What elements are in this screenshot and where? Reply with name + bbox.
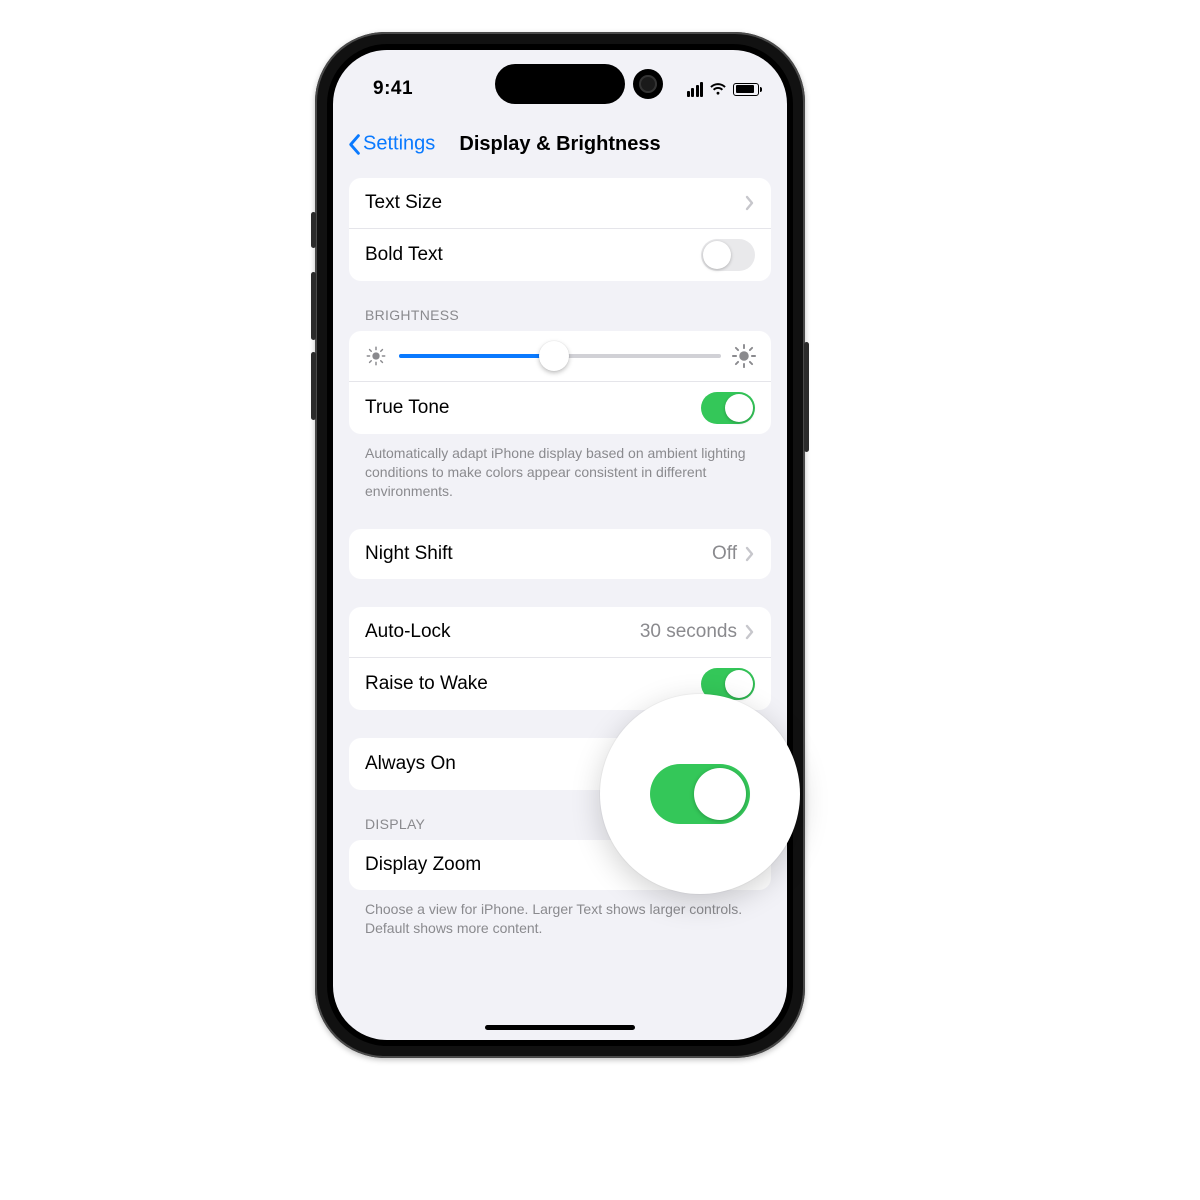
brightness-header: BRIGHTNESS [365,307,755,323]
brightness-group: True Tone [349,331,771,434]
home-indicator[interactable] [485,1025,635,1030]
true-tone-row[interactable]: True Tone [349,381,771,434]
bold-text-toggle[interactable] [701,239,755,271]
night-shift-group: Night Shift Off [349,529,771,579]
bold-text-row[interactable]: Bold Text [349,228,771,281]
chevron-right-icon [745,546,755,562]
chevron-right-icon [745,195,755,211]
brightness-slider-row[interactable] [349,331,771,381]
row-label: Raise to Wake [365,673,701,695]
volume-up-button [311,272,316,340]
auto-lock-row[interactable]: Auto-Lock 30 seconds [349,607,771,657]
text-size-row[interactable]: Text Size [349,178,771,228]
always-on-toggle-magnified [650,764,750,824]
row-label: Bold Text [365,244,701,266]
row-value: 30 seconds [640,621,737,643]
back-label: Settings [363,133,435,156]
cellular-bars-icon [687,82,704,97]
display-zoom-description: Choose a view for iPhone. Larger Text sh… [365,900,755,938]
sun-max-icon [733,345,755,367]
wifi-icon [709,82,727,96]
text-appearance-group: Text Size Bold Text [349,178,771,281]
iphone-frame: 9:41 Settings Display & Brightne [315,32,805,1058]
dynamic-island [495,64,625,104]
brightness-slider[interactable] [399,354,721,358]
battery-icon [733,83,759,96]
back-button[interactable]: Settings [347,133,435,156]
chevron-right-icon [745,624,755,640]
settings-content[interactable]: Text Size Bold Text BRIGHTNESS [333,168,787,1040]
row-label: True Tone [365,397,701,419]
row-value: Off [712,543,737,565]
nav-bar: Settings Display & Brightness [333,120,787,168]
page-title: Display & Brightness [459,133,660,156]
mute-switch [311,212,316,248]
true-tone-description: Automatically adapt iPhone display based… [365,444,755,501]
row-label: Text Size [365,192,745,214]
night-shift-row[interactable]: Night Shift Off [349,529,771,579]
true-tone-toggle[interactable] [701,392,755,424]
volume-down-button [311,352,316,420]
row-label: Night Shift [365,543,712,565]
power-button [804,342,809,452]
sun-min-icon [365,345,387,367]
always-on-callout [600,694,800,894]
status-time: 9:41 [373,78,413,100]
row-label: Auto-Lock [365,621,640,643]
